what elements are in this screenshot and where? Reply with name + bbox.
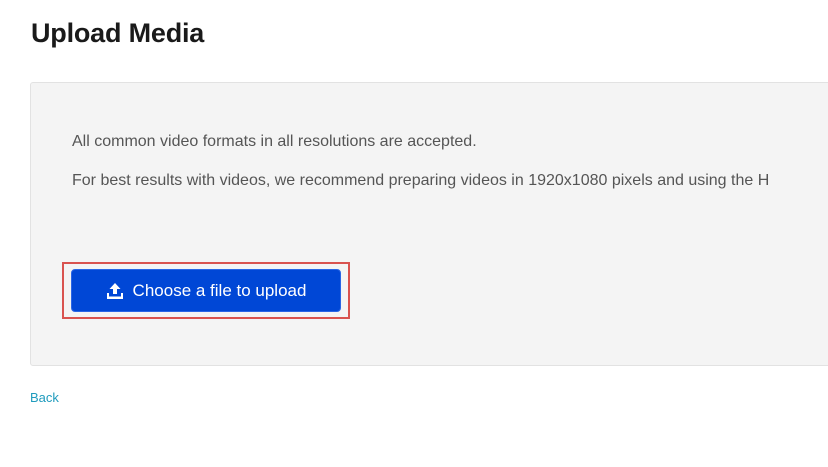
upload-icon [106, 282, 124, 300]
upload-panel: All common video formats in all resoluti… [30, 82, 828, 366]
page-title: Upload Media [31, 18, 205, 48]
upload-media-page: Upload Media All common video formats in… [0, 0, 828, 467]
accepted-formats-text: All common video formats in all resoluti… [72, 133, 477, 150]
back-link[interactable]: Back [30, 390, 59, 405]
recommendation-text: For best results with videos, we recomme… [72, 172, 770, 189]
upload-button-label: Choose a file to upload [132, 280, 307, 300]
choose-file-upload-button[interactable]: Choose a file to upload [71, 269, 341, 312]
